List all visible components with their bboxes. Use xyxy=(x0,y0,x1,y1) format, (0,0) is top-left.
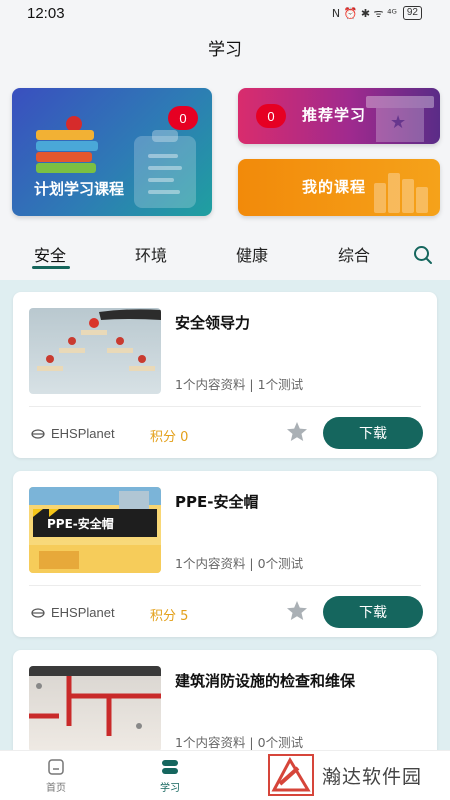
status-time: 12:03 xyxy=(27,4,65,22)
page-title: 学习 xyxy=(208,39,242,60)
battery-icon: 92 xyxy=(402,6,422,20)
status-indicator-icons: N ⏰ ✱ ᯤ ⁴ᴳ xyxy=(331,6,397,20)
tabbar-home-label: 首页 xyxy=(46,783,66,794)
bookshelf-icon xyxy=(370,167,432,213)
leadership-figures-icon xyxy=(29,308,161,394)
recommend-card[interactable]: 0 推荐学习 ★ xyxy=(238,88,440,144)
course-title[interactable]: 建筑消防设施的检查和维保 xyxy=(175,670,355,691)
tab-health[interactable]: 健康 xyxy=(236,242,268,266)
provider-logo-icon xyxy=(31,607,45,618)
course-meta: 1个内容资料 | 1个测试 xyxy=(175,377,304,392)
thumb-banner-text: PPE-安全帽 xyxy=(47,517,114,531)
divider xyxy=(29,406,421,407)
tabbar-study[interactable]: 学习 xyxy=(140,757,200,794)
study-icon xyxy=(162,760,178,774)
provider: EHSPlanet xyxy=(31,426,115,441)
recommend-label: 推荐学习 xyxy=(302,106,367,124)
top-cards: 0 计划学习课程 0 推荐学习 ★ 我的课程 xyxy=(12,88,440,216)
plan-course-card[interactable]: 0 计划学习课程 xyxy=(12,88,212,216)
course-title[interactable]: PPE-安全帽 xyxy=(175,491,258,512)
safety-helmet-banner-icon: PPE-安全帽 xyxy=(29,487,161,573)
my-courses-card[interactable]: 我的课程 xyxy=(238,159,440,216)
search-icon[interactable] xyxy=(412,244,434,266)
download-button[interactable]: 下载 xyxy=(323,596,423,628)
points-label: 积分 5 xyxy=(150,609,189,624)
points-label: 积分 0 xyxy=(150,430,189,445)
watermark-text: 瀚达软件园 xyxy=(322,765,423,788)
course-list[interactable]: 安全领导力 1个内容资料 | 1个测试 EHSPlanet 积分 0 下载 PP… xyxy=(0,280,450,750)
favorite-icon[interactable] xyxy=(285,420,309,444)
watermark-logo-icon xyxy=(268,754,314,796)
fire-sprinkler-pipes-icon xyxy=(29,666,161,750)
course-card[interactable]: 安全领导力 1个内容资料 | 1个测试 EHSPlanet 积分 0 下载 xyxy=(13,292,437,458)
category-tabs: 安全 环境 健康 综合 xyxy=(0,236,450,278)
divider xyxy=(29,585,421,586)
tab-comprehensive[interactable]: 综合 xyxy=(338,242,370,266)
provider-logo-icon xyxy=(31,428,45,439)
clipboard-icon xyxy=(134,130,196,208)
course-card[interactable]: 建筑消防设施的检查和维保 1个内容资料 | 0个测试 xyxy=(13,650,437,750)
page-header: 学习 xyxy=(0,26,450,68)
tabbar-home[interactable]: 首页 xyxy=(26,757,86,794)
home-icon xyxy=(48,759,64,775)
course-card[interactable]: PPE-安全帽 PPE-安全帽 1个内容资料 | 0个测试 EHSPlanet … xyxy=(13,471,437,637)
my-courses-label: 我的课程 xyxy=(302,178,367,196)
tab-environment[interactable]: 环境 xyxy=(135,242,167,266)
provider-name: EHSPlanet xyxy=(51,605,115,620)
podium-star-icon: ★ xyxy=(366,96,434,142)
provider-name: EHSPlanet xyxy=(51,426,115,441)
plan-course-label: 计划学习课程 xyxy=(34,180,125,198)
provider: EHSPlanet xyxy=(31,605,115,620)
download-button[interactable]: 下载 xyxy=(323,417,423,449)
tabbar-study-label: 学习 xyxy=(160,783,180,794)
status-bar: 12:03 N ⏰ ✱ ᯤ ⁴ᴳ 92 xyxy=(0,0,450,26)
course-title[interactable]: 安全领导力 xyxy=(175,312,250,333)
course-meta: 1个内容资料 | 0个测试 xyxy=(175,556,304,571)
watermark: 瀚达软件园 xyxy=(268,752,438,798)
favorite-icon[interactable] xyxy=(285,599,309,623)
books-apple-icon xyxy=(36,116,100,173)
recommend-count-badge: 0 xyxy=(256,104,286,128)
tab-safety[interactable]: 安全 xyxy=(34,242,66,266)
active-tab-indicator xyxy=(32,266,70,269)
course-meta: 1个内容资料 | 0个测试 xyxy=(175,735,304,750)
plan-count-badge: 0 xyxy=(168,106,198,130)
status-icons: N ⏰ ✱ ᯤ ⁴ᴳ 92 xyxy=(332,6,422,21)
